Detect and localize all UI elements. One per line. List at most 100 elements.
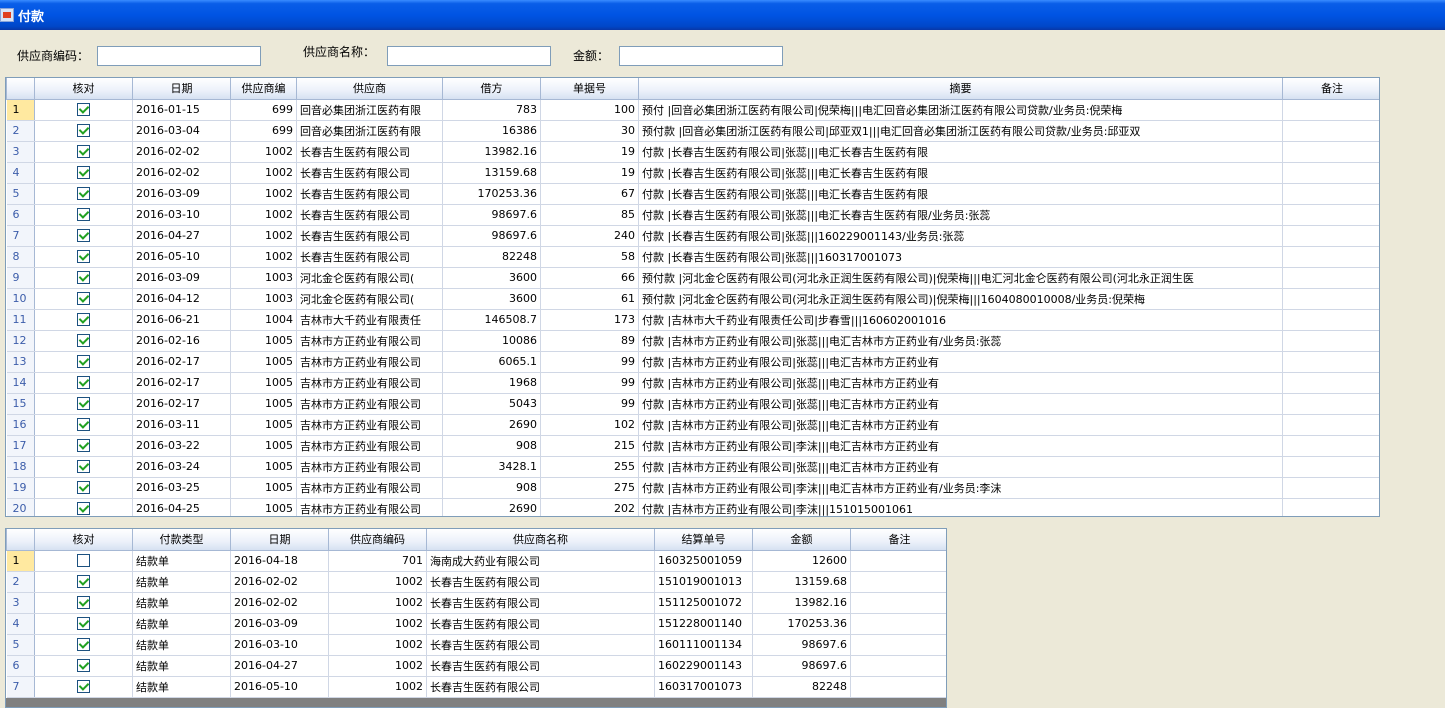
debit-cell[interactable]: 170253.36 [442, 183, 541, 205]
note-cell[interactable] [1282, 351, 1379, 373]
date-cell[interactable]: 2016-04-25 [132, 498, 231, 516]
settlement-number-cell[interactable]: 160111001134 [654, 634, 753, 656]
date-cell[interactable]: 2016-02-02 [230, 592, 329, 614]
checked-checkbox[interactable] [77, 250, 90, 264]
supplier-name-cell[interactable]: 长春吉生医药有限公司 [426, 592, 655, 614]
supplier-name-cell[interactable]: 长春吉生医药有限公司 [426, 676, 655, 698]
summary-cell[interactable]: 付款 |长春吉生医药有限公司|张蕊|||160229001143/业务员:张蕊 [638, 225, 1283, 247]
payment-type-cell[interactable]: 结款单 [132, 571, 231, 593]
doc-number-cell[interactable]: 173 [540, 309, 639, 331]
summary-cell[interactable]: 预付款 |回音必集团浙江医药有限公司|邱亚双1|||电汇回音必集团浙江医药有限公… [638, 120, 1283, 142]
supplier-code-cell[interactable]: 1002 [230, 141, 297, 163]
supplier-cell[interactable]: 长春吉生医药有限公司 [296, 141, 443, 163]
checked-checkbox[interactable] [77, 617, 90, 631]
summary-cell[interactable]: 付款 |吉林市方正药业有限公司|张蕊|||电汇吉林市方正药业有 [638, 351, 1283, 373]
supplier-code-cell[interactable]: 1002 [328, 676, 427, 698]
summary-cell[interactable]: 付款 |吉林市方正药业有限公司|李沫|||电汇吉林市方正药业有 [638, 435, 1283, 457]
row-number[interactable]: 8 [6, 246, 35, 268]
note-cell[interactable] [850, 571, 946, 593]
summary-cell[interactable]: 预付款 |河北金仑医药有限公司(河北永正润生医药有限公司)|倪荣梅|||电汇河北… [638, 267, 1283, 289]
debit-cell[interactable]: 13982.16 [442, 141, 541, 163]
checked-checkbox[interactable] [77, 418, 90, 432]
supplier-code-cell[interactable]: 1005 [230, 414, 297, 436]
amount-cell[interactable]: 13159.68 [752, 571, 851, 593]
checked-checkbox[interactable] [77, 638, 90, 652]
summary-cell[interactable]: 付款 |吉林市大千药业有限责任公司|步春雪|||160602001016 [638, 309, 1283, 331]
checked-checkbox[interactable] [77, 575, 90, 589]
supplier-cell[interactable]: 吉林市方正药业有限公司 [296, 393, 443, 415]
table-row[interactable]: 4 2016-02-02 1002 长春吉生医药有限公司 13159.68 19 付款 |长… [6, 162, 1379, 184]
table-row[interactable]: 18 2016-03-24 1005 吉林市方正药业有限公司 3428.1 255 付款 |… [6, 456, 1379, 478]
col-header-debit[interactable]: 借方 [442, 78, 541, 100]
col-header-check[interactable]: 核对 [34, 529, 133, 551]
table-row[interactable]: 9 2016-03-09 1003 河北金仑医药有限公司(3600 66 预付款 |河北金… [6, 267, 1379, 289]
debit-cell[interactable]: 3600 [442, 267, 541, 289]
checked-checkbox[interactable] [77, 313, 90, 327]
summary-cell[interactable]: 付款 |长春吉生医药有限公司|张蕊|||电汇长春吉生医药有限 [638, 141, 1283, 163]
table-row[interactable]: 17 2016-03-22 1005 吉林市方正药业有限公司 908 215 付款 |吉林市… [6, 435, 1379, 457]
supplier-code-cell[interactable]: 1003 [230, 267, 297, 289]
date-cell[interactable]: 2016-03-25 [132, 477, 231, 499]
summary-cell[interactable]: 预付 |回音必集团浙江医药有限公司|倪荣梅|||电汇回音必集团浙江医药有限公司贷… [638, 99, 1283, 121]
note-cell[interactable] [1282, 393, 1379, 415]
debit-cell[interactable]: 10086 [442, 330, 541, 352]
checked-checkbox[interactable] [77, 271, 90, 285]
row-number[interactable]: 15 [6, 393, 35, 415]
supplier-cell[interactable]: 长春吉生医药有限公司 [296, 246, 443, 268]
supplier-cell[interactable]: 吉林市方正药业有限公司 [296, 330, 443, 352]
note-cell[interactable] [1282, 225, 1379, 247]
checked-checkbox[interactable] [77, 376, 90, 390]
date-cell[interactable]: 2016-03-10 [230, 634, 329, 656]
date-cell[interactable]: 2016-02-16 [132, 330, 231, 352]
note-cell[interactable] [1282, 183, 1379, 205]
settlement-number-cell[interactable]: 160317001073 [654, 676, 753, 698]
note-cell[interactable] [1282, 120, 1379, 142]
doc-number-cell[interactable]: 66 [540, 267, 639, 289]
supplier-code-cell[interactable]: 1003 [230, 288, 297, 310]
doc-number-cell[interactable]: 275 [540, 477, 639, 499]
settlement-number-cell[interactable]: 151019001013 [654, 571, 753, 593]
table-row[interactable]: 6 2016-03-10 1002 长春吉生医药有限公司 98697.6 85 付款 |长春… [6, 204, 1379, 226]
table-row[interactable]: 16 2016-03-11 1005 吉林市方正药业有限公司 2690 102 付款 |吉林… [6, 414, 1379, 436]
debit-cell[interactable]: 82248 [442, 246, 541, 268]
row-number[interactable]: 14 [6, 372, 35, 394]
note-cell[interactable] [850, 655, 946, 677]
doc-number-cell[interactable]: 240 [540, 225, 639, 247]
doc-number-cell[interactable]: 255 [540, 456, 639, 478]
date-cell[interactable]: 2016-02-02 [132, 141, 231, 163]
col-header-supplier-name[interactable]: 供应商名称 [426, 529, 655, 551]
amount-cell[interactable]: 82248 [752, 676, 851, 698]
row-number[interactable]: 16 [6, 414, 35, 436]
checked-checkbox[interactable] [77, 481, 90, 495]
note-cell[interactable] [850, 676, 946, 698]
checked-checkbox[interactable] [77, 145, 90, 159]
col-header-summary[interactable]: 摘要 [638, 78, 1283, 100]
debit-cell[interactable]: 3428.1 [442, 456, 541, 478]
supplier-cell[interactable]: 吉林市方正药业有限公司 [296, 351, 443, 373]
table-row[interactable]: 12 2016-02-16 1005 吉林市方正药业有限公司 10086 89 付款 |吉林… [6, 330, 1379, 352]
row-number[interactable]: 2 [6, 571, 35, 593]
supplier-name-cell[interactable]: 长春吉生医药有限公司 [426, 634, 655, 656]
doc-number-cell[interactable]: 215 [540, 435, 639, 457]
row-number[interactable]: 4 [6, 162, 35, 184]
col-header-check[interactable]: 核对 [34, 78, 133, 100]
doc-number-cell[interactable]: 102 [540, 414, 639, 436]
table-row[interactable]: 19 2016-03-25 1005 吉林市方正药业有限公司 908 275 付款 |吉林市… [6, 477, 1379, 499]
doc-number-cell[interactable]: 30 [540, 120, 639, 142]
date-cell[interactable]: 2016-02-17 [132, 372, 231, 394]
date-cell[interactable]: 2016-03-22 [132, 435, 231, 457]
supplier-name-cell[interactable]: 长春吉生医药有限公司 [426, 655, 655, 677]
date-cell[interactable]: 2016-03-24 [132, 456, 231, 478]
doc-number-cell[interactable]: 58 [540, 246, 639, 268]
table-row[interactable]: 4 结款单 2016-03-09 1002 长春吉生医药有限公司 151228001140… [6, 613, 946, 635]
checked-checkbox[interactable] [77, 292, 90, 306]
supplier-code-input[interactable] [97, 46, 261, 66]
supplier-cell[interactable]: 回音必集团浙江医药有限 [296, 99, 443, 121]
row-number[interactable]: 5 [6, 634, 35, 656]
payment-type-cell[interactable]: 结款单 [132, 550, 231, 572]
table-row[interactable]: 7 结款单 2016-05-10 1002 长春吉生医药有限公司 160317001073… [6, 676, 946, 698]
table-row[interactable]: 5 结款单 2016-03-10 1002 长春吉生医药有限公司 160111001134… [6, 634, 946, 656]
row-number[interactable]: 7 [6, 225, 35, 247]
supplier-code-cell[interactable]: 1005 [230, 477, 297, 499]
supplier-code-cell[interactable]: 1004 [230, 309, 297, 331]
